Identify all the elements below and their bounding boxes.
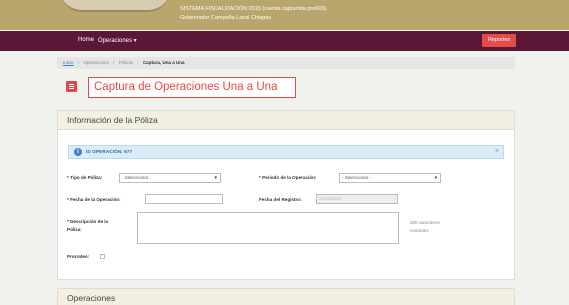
- periodo-label: * Periodo de la Operación:: [259, 175, 317, 180]
- hamburger-menu-icon[interactable]: [66, 81, 77, 92]
- tipo-poliza-label: * Tipo de Póliza:: [67, 175, 103, 180]
- poliza-panel-title: Información de la Póliza: [67, 115, 158, 125]
- char-count-hint-line2: restantes.: [410, 228, 430, 233]
- operation-id-text: ID OPERACIÓN: 677: [86, 149, 133, 155]
- close-icon[interactable]: ×: [495, 148, 499, 155]
- operation-id-alert: i ID OPERACIÓN: 677 ×: [68, 145, 504, 159]
- breadcrumb: Inicio / Operaciones / Pólizas / Captura…: [57, 57, 515, 69]
- tipo-poliza-select[interactable]: - Seleccionar - ▾: [119, 173, 221, 183]
- chevron-down-icon: ▾: [214, 175, 217, 181]
- fecha-operacion-label: * Fecha de la Operación:: [67, 197, 121, 202]
- poliza-info-panel: Información de la Póliza i ID OPERACIÓN:…: [57, 110, 515, 280]
- fecha-registro-label: Fecha del Registro:: [259, 197, 302, 202]
- nav-operaciones-dropdown[interactable]: Operaciones ▾: [98, 37, 137, 44]
- poliza-panel-header: Información de la Póliza: [58, 111, 514, 130]
- institution-logo: [60, 0, 170, 12]
- reportes-button[interactable]: Reportes: [482, 34, 516, 47]
- breadcrumb-inicio[interactable]: Inicio: [63, 60, 74, 65]
- descripcion-textarea[interactable]: [137, 212, 399, 244]
- descripcion-label-line1: * Descripción de la: [67, 219, 109, 224]
- app-header: SISTEMA FISCALIZACIÓN 2015 (cuenta captu…: [0, 0, 569, 30]
- breadcrumb-separator: /: [113, 60, 115, 65]
- breadcrumb-operaciones[interactable]: Operaciones: [83, 60, 109, 65]
- fecha-operacion-input[interactable]: [145, 194, 223, 204]
- page-title: Captura de Operaciones Una a Una: [88, 77, 296, 98]
- operaciones-panel: Operaciones: [57, 288, 515, 305]
- char-count-hint-line1: 300 caracteres: [410, 220, 440, 225]
- operaciones-panel-title: Operaciones: [67, 293, 116, 303]
- periodo-value: - Seleccionar -: [342, 175, 372, 180]
- tipo-poliza-value: - Seleccionar -: [122, 175, 152, 180]
- main-navbar: Home Operaciones ▾ Reportes: [0, 31, 569, 51]
- breadcrumb-separator: /: [77, 60, 80, 65]
- breadcrumb-current: Captura, Una a Una: [142, 60, 185, 65]
- system-title: SISTEMA FISCALIZACIÓN 2015 (cuenta captu…: [180, 6, 327, 12]
- prorrateo-label: Prorrateo:: [67, 254, 90, 259]
- periodo-select[interactable]: - Seleccionar - ▾: [339, 173, 441, 183]
- info-icon: i: [74, 148, 82, 156]
- breadcrumb-polizas[interactable]: Pólizas: [119, 60, 134, 65]
- chevron-down-icon: ▾: [434, 175, 437, 181]
- prorrateo-checkbox[interactable]: [100, 254, 105, 259]
- nav-home-link[interactable]: Home: [78, 37, 94, 43]
- system-subtitle: Gobernador Campaña Local Chiapas: [180, 15, 272, 21]
- fecha-registro-input: 22/10/2015: [316, 194, 398, 204]
- breadcrumb-separator: /: [137, 60, 139, 65]
- descripcion-label-line2: Póliza:: [67, 227, 82, 232]
